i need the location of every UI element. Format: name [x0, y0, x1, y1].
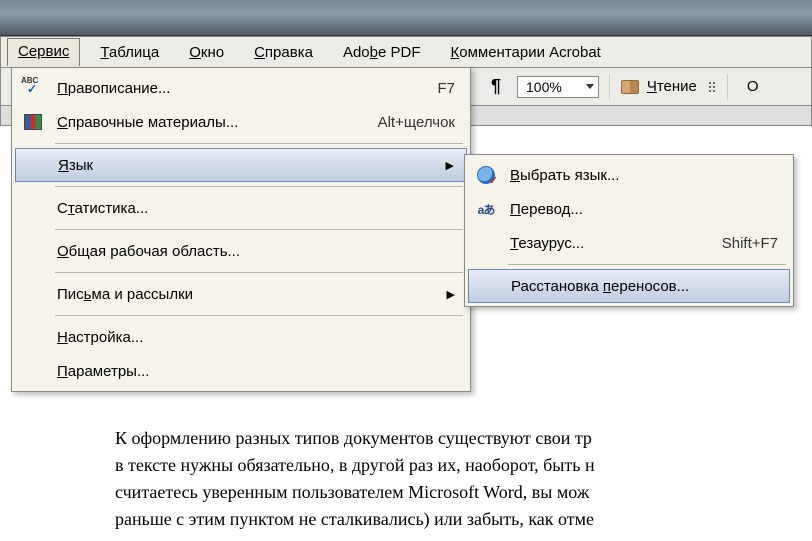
- zoom-value: 100%: [526, 79, 562, 95]
- pilcrow-button[interactable]: ¶: [485, 74, 507, 99]
- submenu-item-translate[interactable]: aあ Перевод...: [468, 192, 790, 226]
- doc-line: в тексте нужны обязательно, в другой раз…: [115, 452, 812, 479]
- menu-adobe-pdf[interactable]: Adobe PDF: [333, 40, 431, 65]
- menu-separator: [55, 229, 463, 230]
- menu-separator: [55, 272, 463, 273]
- shortcut: F7: [437, 80, 467, 97]
- doc-line: раньше с этим пунктом не сталкивались) и…: [115, 506, 812, 533]
- doc-line: К оформлению разных типов документов сущ…: [115, 425, 812, 452]
- menu-separator: [55, 186, 463, 187]
- window-title-bar: [0, 0, 812, 36]
- menu-separator: [55, 143, 463, 144]
- document-body[interactable]: К оформлению разных типов документов сущ…: [115, 425, 812, 533]
- menu-table[interactable]: Таблица: [90, 40, 169, 65]
- menu-item-language[interactable]: Язык ▶: [15, 148, 467, 182]
- books-icon: [24, 114, 42, 130]
- toolbar-truncated: О: [739, 78, 759, 95]
- read-mode-button[interactable]: Чтение: [621, 78, 697, 95]
- submenu-arrow-icon: ▶: [446, 159, 466, 172]
- submenu-item-hyphenation[interactable]: Расстановка переносов...: [468, 269, 790, 303]
- menu-help[interactable]: Справка: [244, 40, 323, 65]
- zoom-combo[interactable]: 100%: [517, 76, 599, 98]
- menu-acrobat-comments[interactable]: Комментарии Acrobat: [441, 40, 611, 65]
- language-submenu: Выбрать язык... aあ Перевод... Тезаурус..…: [464, 154, 794, 307]
- menu-separator: [508, 264, 786, 265]
- shortcut: Shift+F7: [722, 235, 790, 252]
- spellcheck-icon: [23, 80, 43, 96]
- menu-bar: Сервис Таблица Окно Справка Adobe PDF Ко…: [0, 36, 812, 68]
- toolbar-divider-2: [727, 74, 729, 100]
- menu-item-shared-workspace[interactable]: Общая рабочая область...: [15, 234, 467, 268]
- menu-separator: [55, 315, 463, 316]
- toolbar-divider: [609, 74, 611, 100]
- menu-item-options[interactable]: Параметры...: [15, 354, 467, 388]
- globe-icon: [477, 166, 495, 184]
- dropdown-arrow-icon: [586, 84, 594, 89]
- translate-icon: aあ: [478, 201, 495, 218]
- menu-window[interactable]: Окно: [179, 40, 234, 65]
- book-icon: [621, 80, 639, 94]
- doc-line: считаетесь уверенным пользователем Micro…: [115, 479, 812, 506]
- service-menu: Правописание... F7 Справочные материалы.…: [11, 67, 471, 392]
- menu-item-mailings[interactable]: Письма и рассылки ▶: [15, 277, 467, 311]
- toolbar-grip[interactable]: [707, 78, 717, 96]
- menu-item-statistics[interactable]: Статистика...: [15, 191, 467, 225]
- submenu-item-thesaurus[interactable]: Тезаурус... Shift+F7: [468, 226, 790, 260]
- menu-item-research[interactable]: Справочные материалы... Alt+щелчок: [15, 105, 467, 139]
- menu-service[interactable]: Сервис: [7, 38, 80, 66]
- shortcut: Alt+щелчок: [378, 114, 467, 131]
- menu-item-spelling[interactable]: Правописание... F7: [15, 71, 467, 105]
- submenu-item-choose-language[interactable]: Выбрать язык...: [468, 158, 790, 192]
- menu-item-customize[interactable]: Настройка...: [15, 320, 467, 354]
